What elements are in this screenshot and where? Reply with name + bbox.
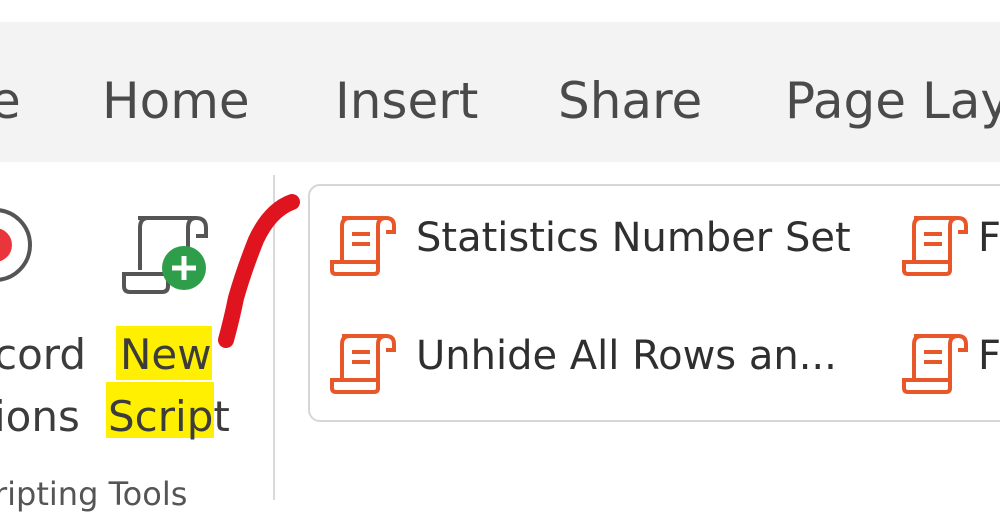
script-scroll-icon: [330, 216, 396, 276]
tab-insert[interactable]: Insert: [335, 76, 478, 126]
script-item-label: Unhide All Rows an...: [416, 333, 837, 379]
group-label-scripting-tools: ripting Tools: [0, 475, 188, 513]
script-scroll-icon: [330, 334, 396, 394]
script-item-unhide-all-rows[interactable]: Unhide All Rows an...: [310, 318, 870, 408]
tab-share[interactable]: Share: [558, 76, 702, 126]
tab-partial[interactable]: e: [0, 76, 21, 126]
script-item-label: Statistics Number Set: [416, 215, 851, 261]
script-item-partial-1[interactable]: F: [882, 200, 1000, 290]
group-divider: [273, 175, 275, 500]
script-item-label: F: [978, 333, 1000, 379]
script-scroll-icon: [902, 216, 968, 276]
new-script-label-line1: New: [120, 330, 212, 379]
tab-home[interactable]: Home: [102, 76, 250, 126]
script-gallery: Statistics Number Set Unhide All Rows an…: [308, 184, 1000, 422]
record-label-line1: cord: [0, 330, 86, 379]
new-script-icon: [122, 216, 208, 294]
ribbon-tab-bar: e Home Insert Share Page Layo: [0, 22, 1000, 162]
new-script-button[interactable]: New Script: [100, 196, 230, 446]
script-item-statistics-number-set[interactable]: Statistics Number Set: [310, 200, 870, 290]
tab-page-layout[interactable]: Page Layo: [785, 76, 1000, 126]
record-label-line2: ions: [0, 392, 80, 441]
script-scroll-icon: [902, 334, 968, 394]
new-script-label-line2: Script: [108, 392, 230, 441]
script-item-label: F: [978, 215, 1000, 261]
script-item-partial-2[interactable]: F: [882, 318, 1000, 408]
